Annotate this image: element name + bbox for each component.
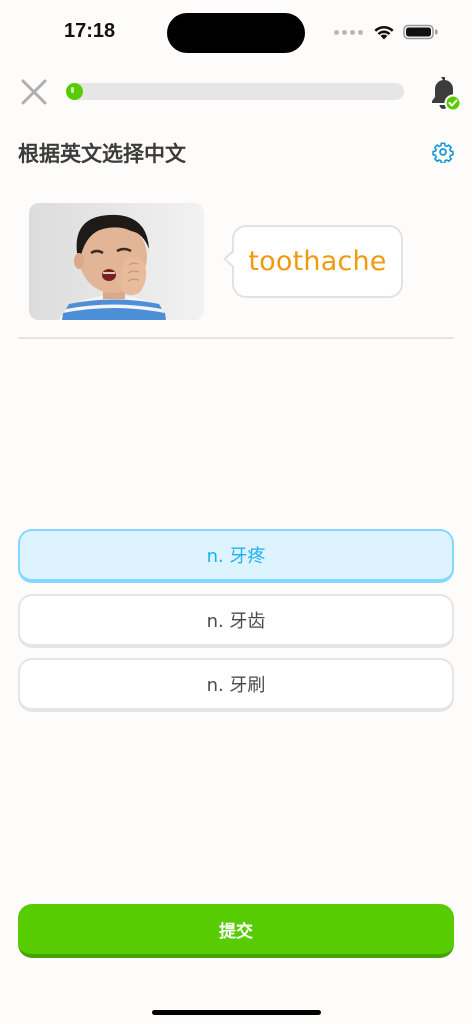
prompt-image	[29, 203, 204, 320]
option-label: n. 牙齿	[206, 611, 266, 632]
page-title: 根据英文选择中文	[18, 142, 186, 166]
battery-icon	[403, 24, 438, 40]
status-icons	[334, 22, 439, 42]
gear-icon[interactable]	[432, 141, 454, 163]
dynamic-island	[167, 13, 305, 53]
status-time: 17:18	[64, 20, 116, 42]
prompt-word: toothache	[248, 246, 387, 277]
submit-label: 提交	[219, 921, 253, 942]
option-button[interactable]: n. 牙刷	[18, 658, 454, 712]
cellular-signal-icon	[334, 29, 363, 35]
option-label: n. 牙疼	[206, 546, 266, 567]
divider	[18, 337, 454, 339]
home-indicator[interactable]	[152, 1010, 321, 1015]
option-button[interactable]: n. 牙疼	[18, 529, 454, 583]
close-icon[interactable]	[18, 76, 50, 108]
bell-icon[interactable]	[427, 74, 461, 112]
exercise-screen: 17:18 根据英文选择中文 toothache n. 牙疼 n. 牙齿 n. …	[0, 0, 472, 1024]
wifi-icon	[374, 25, 394, 40]
word-speech-bubble: toothache	[223, 225, 403, 298]
lesson-progress-bar	[66, 83, 404, 100]
progress-fill	[66, 83, 83, 100]
submit-button[interactable]: 提交	[18, 904, 454, 958]
toothache-photo-icon	[29, 203, 204, 320]
option-label: n. 牙刷	[206, 675, 266, 696]
option-button[interactable]: n. 牙齿	[18, 594, 454, 648]
